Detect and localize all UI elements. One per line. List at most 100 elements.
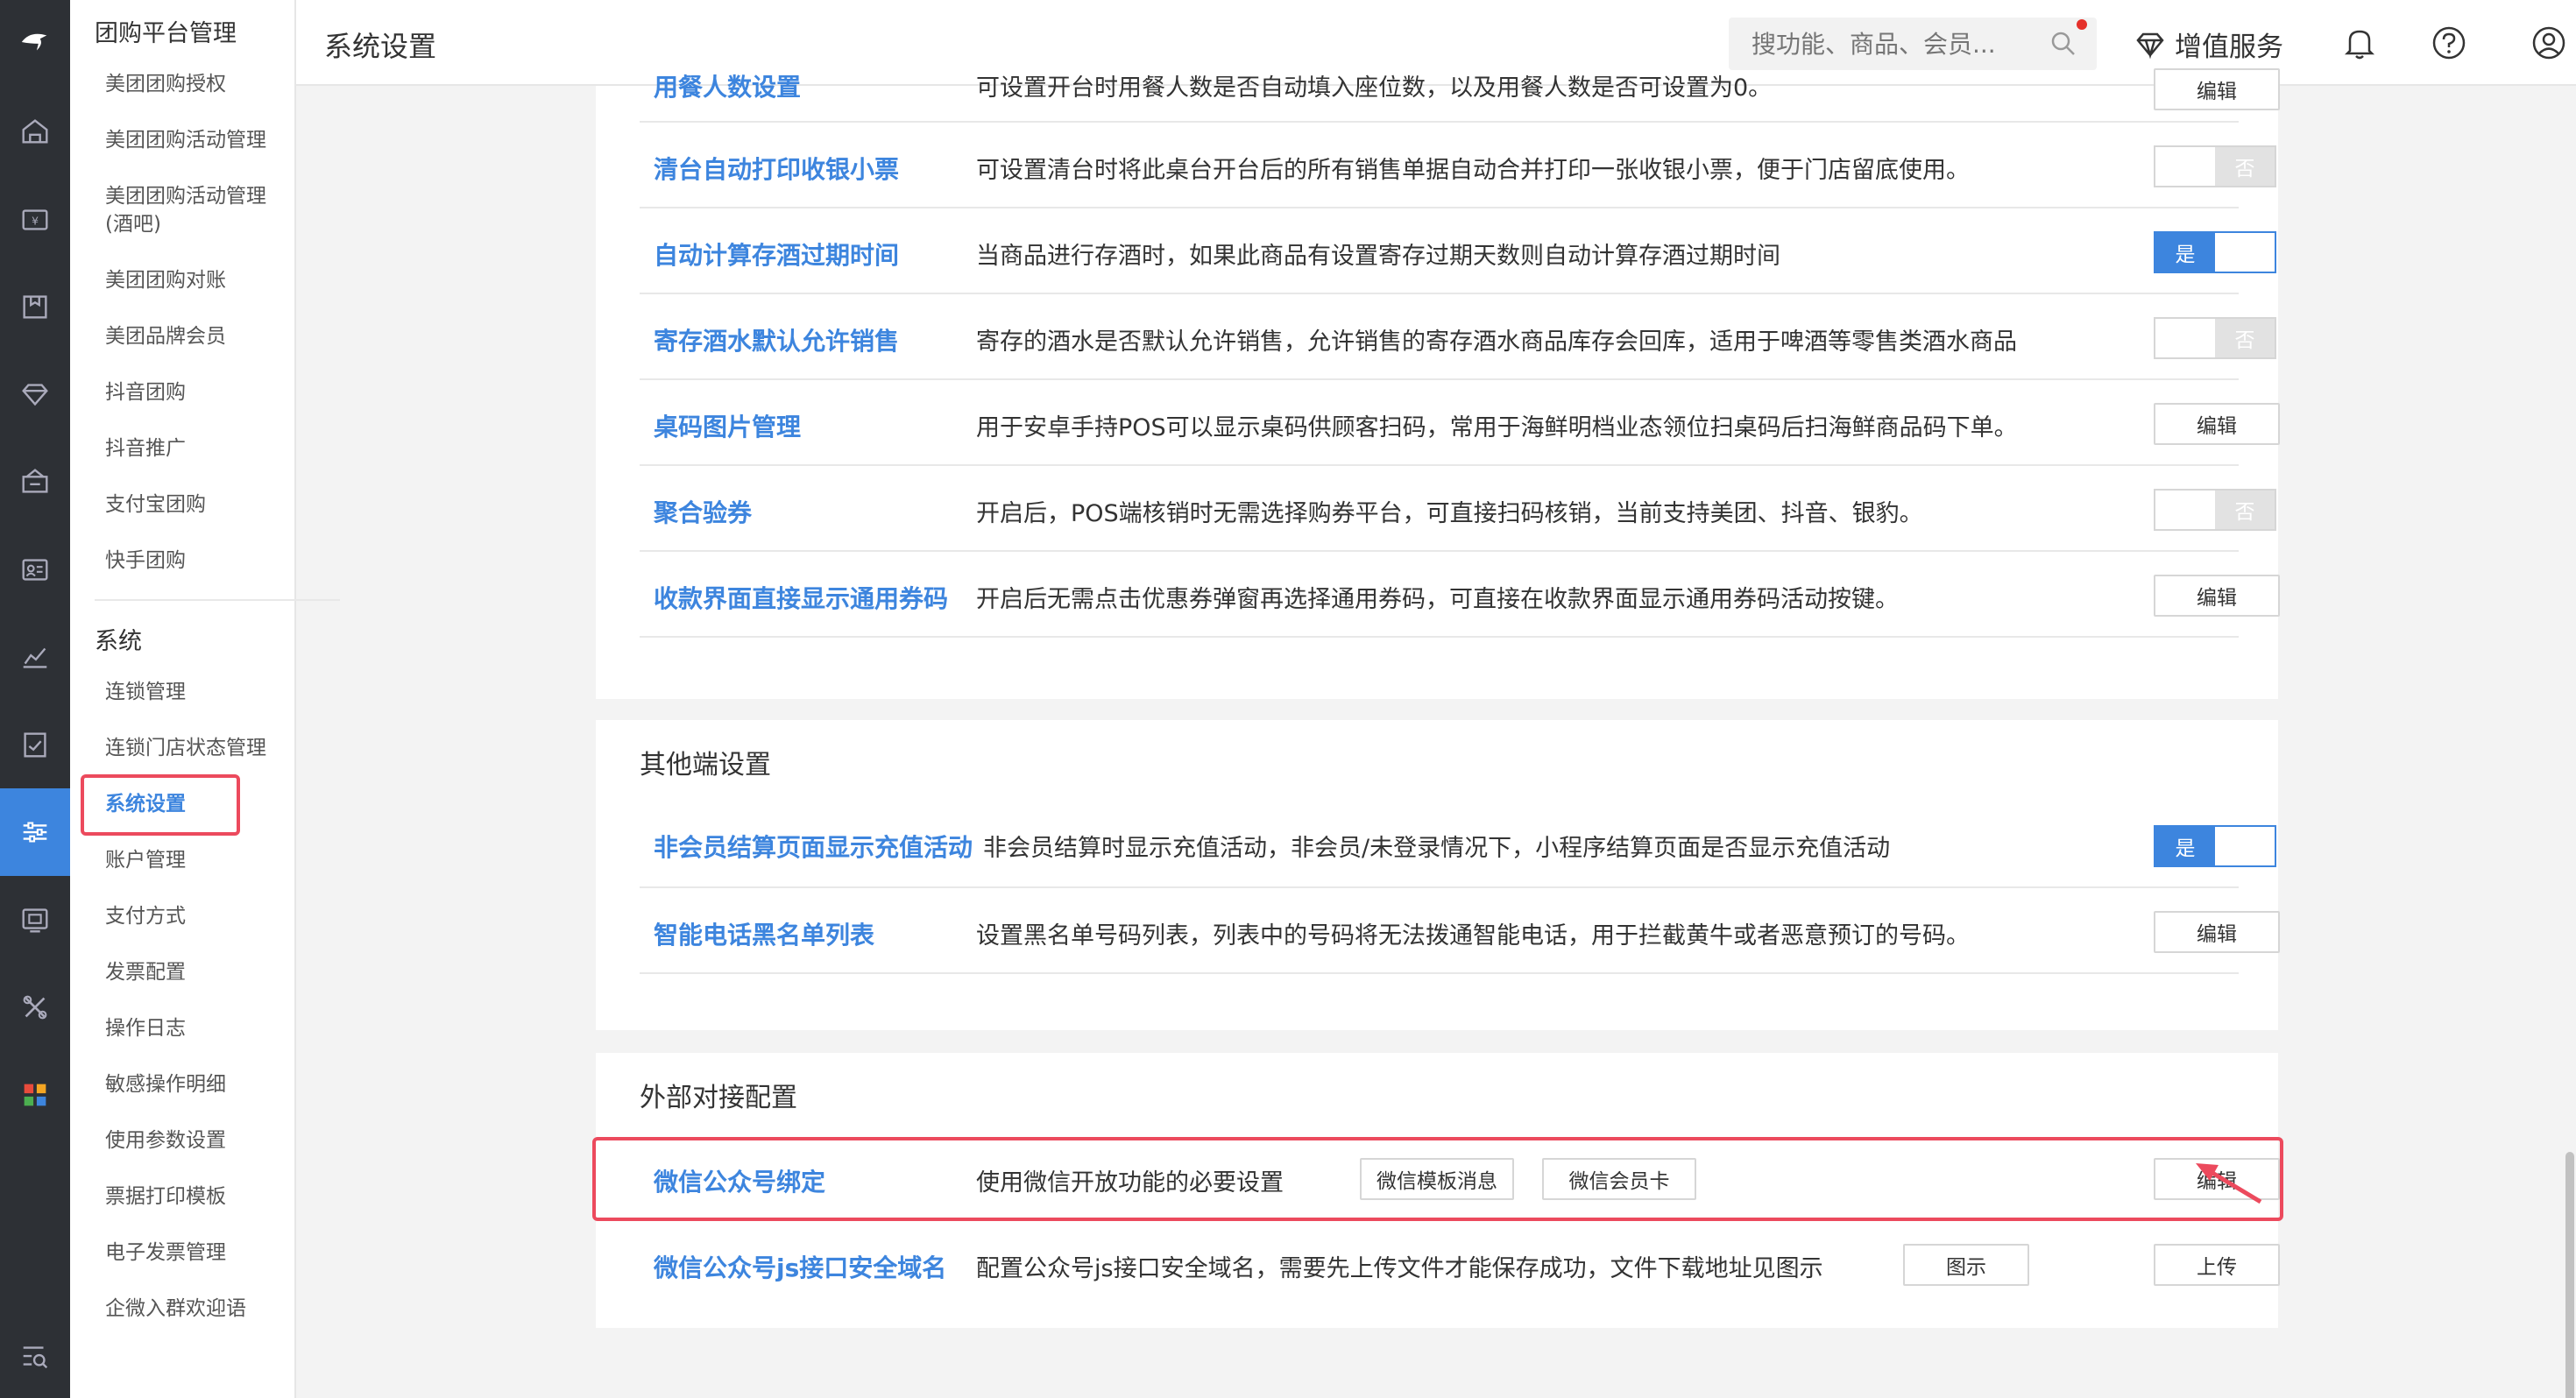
setting-desc: 可设置开台时用餐人数是否自动填入座位数，以及用餐人数是否可设置为0。: [976, 74, 1773, 102]
toggle-state-label: 否: [2215, 319, 2275, 357]
setting-name[interactable]: 收款界面直接显示通用券码: [654, 580, 948, 615]
toggle-switch[interactable]: 否: [2154, 145, 2276, 187]
toggle-switch[interactable]: 是: [2154, 231, 2276, 273]
home-icon[interactable]: [0, 88, 70, 175]
sidebar-item-sensitive-ops[interactable]: 敏感操作明细: [105, 1070, 289, 1098]
setting-name[interactable]: 自动计算存酒过期时间: [654, 237, 899, 272]
settings-row-table-qr: 桌码图片管理 用于安卓手持POS可以显示桌码供顾客扫码，常用于海鲜明档业态领位扫…: [640, 380, 2280, 466]
setting-desc: 可设置清台时将此桌台开台后的所有销售单据自动合并打印一张收银小票，便于门店留底使…: [976, 157, 1970, 184]
settings-row-stored-wine-sale: 寄存酒水默认允许销售 寄存的酒水是否默认允许销售，允许销售的寄存酒水商品库存会回…: [640, 294, 2276, 380]
settings-icon[interactable]: [0, 788, 70, 876]
sidebar-item-params[interactable]: 使用参数设置: [105, 1126, 289, 1154]
report-icon[interactable]: [0, 613, 70, 701]
toggle-switch[interactable]: 否: [2154, 489, 2276, 531]
help-icon[interactable]: [2429, 23, 2469, 63]
setting-name[interactable]: 寄存酒水默认允许销售: [654, 322, 899, 357]
setting-name[interactable]: 用餐人数设置: [654, 68, 801, 103]
upload-button[interactable]: 上传: [2154, 1244, 2280, 1286]
settings-row-wechat-js-domain: 微信公众号js接口安全域名 配置公众号js接口安全域名，需要先上传文件才能保存成…: [640, 1221, 2280, 1307]
toggle-state-label: 是: [2155, 233, 2215, 272]
diamond-icon: [2136, 32, 2164, 59]
setting-name[interactable]: 非会员结算页面显示充值活动: [654, 829, 973, 864]
section-title: 其他端设置: [640, 750, 771, 780]
member-icon[interactable]: [0, 350, 70, 438]
settings-row-aggregate-coupon: 聚合验券 开启后，POS端核销时无需选择购券平台，可直接扫码核销，当前支持美团、…: [640, 466, 2276, 552]
search-menu-icon[interactable]: [0, 1312, 70, 1398]
sidebar-item-meituan-auth[interactable]: 美团团购授权: [105, 70, 289, 98]
tag-diagram[interactable]: 图示: [1903, 1244, 2029, 1286]
staff-icon[interactable]: [0, 526, 70, 613]
sidebar-item-meituan-activity[interactable]: 美团团购活动管理: [105, 126, 289, 154]
annotation-arrow-icon: [2196, 1163, 2262, 1204]
setting-desc: 配置公众号js接口安全域名，需要先上传文件才能保存成功，文件下载地址见图示: [976, 1255, 1823, 1282]
sidebar-item-alipay-group[interactable]: 支付宝团购: [105, 491, 289, 519]
content-scrollbar[interactable]: [2565, 88, 2574, 1398]
sidebar-item-wecom-welcome[interactable]: 企微入群欢迎语: [105, 1295, 289, 1323]
edit-button[interactable]: 编辑: [2154, 575, 2280, 617]
toggle-knob: [2155, 319, 2215, 357]
sidebar-divider: [95, 599, 340, 601]
sidebar-item-douyin-promo[interactable]: 抖音推广: [105, 434, 289, 462]
settings-row-phone-blacklist: 智能电话黑名单列表 设置黑名单号码列表，列表中的号码将无法拨通智能电话，用于拦截…: [640, 888, 2280, 974]
notification-dot: [2077, 19, 2087, 30]
marketing-icon[interactable]: [0, 438, 70, 526]
tools-icon[interactable]: [0, 964, 70, 1051]
apps-icon[interactable]: [0, 1051, 70, 1139]
sidebar-item-chain[interactable]: 连锁管理: [105, 678, 289, 706]
display-icon[interactable]: [0, 876, 70, 964]
sidebar-item-operation-log[interactable]: 操作日志: [105, 1014, 289, 1042]
toggle-switch[interactable]: 否: [2154, 317, 2276, 359]
setting-desc: 开启后，POS端核销时无需选择购券平台，可直接扫码核销，当前支持美团、抖音、银豹…: [976, 500, 1923, 527]
toggle-state-label: 是: [2155, 827, 2215, 865]
search-input[interactable]: [1752, 29, 2041, 59]
sidebar-item-e-invoice[interactable]: 电子发票管理: [105, 1239, 289, 1267]
setting-name[interactable]: 清台自动打印收银小票: [654, 151, 899, 186]
sidebar-item-payment[interactable]: 支付方式: [105, 902, 289, 930]
svg-text:¥: ¥: [32, 215, 39, 228]
secondary-sidebar: 团购平台管理 美团团购授权 美团团购活动管理 美团团购活动管理(酒吧) 美团团购…: [70, 0, 340, 1398]
setting-desc: 开启后无需点击优惠券弹窗再选择通用券码，可直接在收款界面显示通用券码活动按键。: [976, 586, 1899, 613]
setting-name[interactable]: 桌码图片管理: [654, 408, 801, 443]
sidebar-item-meituan-activity-bar[interactable]: 美团团购活动管理(酒吧): [105, 182, 289, 238]
bell-icon[interactable]: [2339, 23, 2380, 63]
sidebar-group-title: 团购平台管理: [95, 20, 237, 47]
toggle-state-label: 否: [2215, 147, 2275, 186]
sidebar-item-invoice-config[interactable]: 发票配置: [105, 958, 289, 986]
sidebar-item-account[interactable]: 账户管理: [105, 846, 289, 874]
user-icon[interactable]: [2529, 23, 2569, 63]
sidebar-item-meituan-member[interactable]: 美团品牌会员: [105, 322, 289, 350]
sidebar-item-kuaishou-group[interactable]: 快手团购: [105, 547, 289, 575]
setting-desc: 寄存的酒水是否默认允许销售，允许销售的寄存酒水商品库存会回库，适用于啤酒等零售类…: [976, 328, 2017, 356]
setting-desc: 当商品进行存酒时，如果此商品有设置寄存过期天数则自动计算存酒过期时间: [976, 243, 1780, 270]
sidebar-item-store-status[interactable]: 连锁门店状态管理: [105, 734, 289, 762]
page-title: 系统设置: [324, 30, 437, 63]
row-highlight-box: [592, 1137, 2283, 1221]
cashier-icon[interactable]: ¥: [0, 175, 70, 263]
edit-button[interactable]: 编辑: [2154, 68, 2280, 110]
sidebar-item-meituan-reconcile[interactable]: 美团团购对账: [105, 266, 289, 294]
sidebar-group-title: 系统: [95, 628, 142, 655]
toggle-knob: [2215, 827, 2275, 865]
toggle-state-label: 否: [2215, 491, 2275, 529]
settings-row-recharge-activity: 非会员结算页面显示充值活动 非会员结算时显示充值活动，非会员/未登录情况下，小程…: [640, 802, 2276, 888]
setting-name[interactable]: 智能电话黑名单列表: [654, 916, 874, 951]
sidebar-item-douyin-group[interactable]: 抖音团购: [105, 378, 289, 406]
setting-name[interactable]: 聚合验券: [654, 494, 752, 529]
logo-icon[interactable]: [0, 0, 70, 84]
section-title: 外部对接配置: [640, 1083, 797, 1113]
settings-row-wine-expiry: 自动计算存酒过期时间 当商品进行存酒时，如果此商品有设置寄存过期天数则自动计算存…: [640, 208, 2276, 294]
scrollbar-thumb[interactable]: [2565, 1152, 2574, 1398]
setting-name[interactable]: 微信公众号js接口安全域名: [654, 1249, 946, 1284]
value-added-label: 增值服务: [2175, 32, 2283, 63]
finance-icon[interactable]: [0, 701, 70, 788]
search-icon[interactable]: [2049, 30, 2077, 58]
icon-rail: ¥: [0, 0, 70, 1398]
value-added-services[interactable]: 增值服务: [2133, 25, 2283, 64]
goods-icon[interactable]: [0, 263, 70, 350]
sidebar-item-print-template[interactable]: 票据打印模板: [105, 1183, 289, 1211]
setting-desc: 非会员结算时显示充值活动，非会员/未登录情况下，小程序结算页面是否显示充值活动: [983, 835, 1891, 862]
toggle-switch[interactable]: 是: [2154, 825, 2276, 867]
edit-button[interactable]: 编辑: [2154, 403, 2280, 445]
edit-button[interactable]: 编辑: [2154, 911, 2280, 953]
setting-desc: 设置黑名单号码列表，列表中的号码将无法拨通智能电话，用于拦截黄牛或者恶意预订的号…: [976, 922, 1970, 950]
